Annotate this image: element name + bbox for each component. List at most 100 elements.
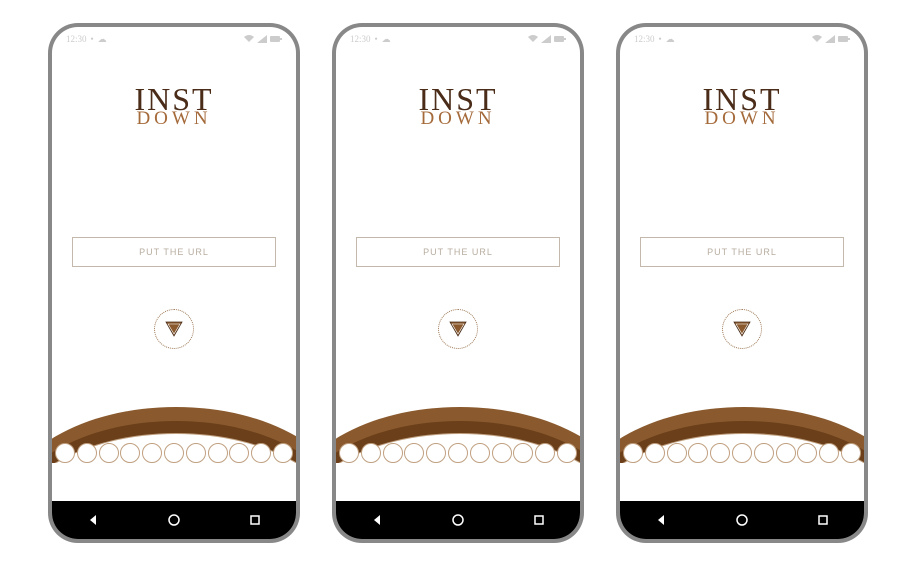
deco-circle (361, 443, 381, 463)
deco-circle (754, 443, 774, 463)
deco-circle (339, 443, 359, 463)
status-dot-icon: • (375, 34, 378, 44)
status-dot-icon: • (659, 34, 662, 44)
nav-home-icon[interactable] (451, 513, 465, 527)
status-time: 12:30 (66, 34, 87, 44)
deco-circle (623, 443, 643, 463)
app-content: INST DOWN (620, 27, 864, 501)
nav-home-icon[interactable] (735, 513, 749, 527)
deco-circle (557, 443, 577, 463)
download-button[interactable] (722, 309, 762, 349)
nav-back-icon[interactable] (654, 513, 668, 527)
signal-icon (825, 35, 835, 43)
logo-bottom: DOWN (134, 112, 213, 127)
deco-circle (208, 443, 228, 463)
deco-circle (251, 443, 271, 463)
battery-icon (838, 35, 850, 43)
app-logo: INST DOWN (134, 87, 213, 127)
status-bar: 12:30 • ☁ (52, 29, 296, 49)
deco-circle (492, 443, 512, 463)
deco-circle (164, 443, 184, 463)
deco-circle (426, 443, 446, 463)
wifi-icon (244, 35, 254, 43)
bottom-decoration (52, 407, 296, 463)
status-cloud-icon: ☁ (666, 34, 675, 45)
deco-circle (688, 443, 708, 463)
phone-frame-2: 12:30 • ☁ INST DOWN (332, 23, 584, 543)
android-nav-bar (620, 501, 864, 539)
url-input[interactable] (640, 237, 844, 267)
deco-circle (142, 443, 162, 463)
phone-screen: 12:30 • ☁ INST DOWN (52, 27, 296, 539)
logo-bottom: DOWN (418, 112, 497, 127)
status-dot-icon: • (91, 34, 94, 44)
nav-recent-icon[interactable] (532, 513, 546, 527)
deco-circle (383, 443, 403, 463)
download-button[interactable] (438, 309, 478, 349)
deco-circle (273, 443, 293, 463)
deco-circle (448, 443, 468, 463)
download-button[interactable] (154, 309, 194, 349)
status-bar: 12:30 • ☁ (620, 29, 864, 49)
deco-circle (667, 443, 687, 463)
url-input[interactable] (356, 237, 560, 267)
deco-circle (404, 443, 424, 463)
app-logo: INST DOWN (702, 87, 781, 127)
status-right (528, 35, 566, 43)
deco-circle (732, 443, 752, 463)
signal-icon (541, 35, 551, 43)
phone-frame-1: 12:30 • ☁ INST DOWN (48, 23, 300, 543)
nav-home-icon[interactable] (167, 513, 181, 527)
deco-circle (513, 443, 533, 463)
bottom-decoration (620, 407, 864, 463)
deco-circle (120, 443, 140, 463)
deco-circle (797, 443, 817, 463)
deco-circle (99, 443, 119, 463)
status-bar: 12:30 • ☁ (336, 29, 580, 49)
nav-back-icon[interactable] (370, 513, 384, 527)
download-triangle-icon (449, 321, 467, 337)
deco-circle (186, 443, 206, 463)
status-right (244, 35, 282, 43)
deco-circle (470, 443, 490, 463)
bottom-decoration (336, 407, 580, 463)
app-content: INST DOWN (336, 27, 580, 501)
signal-icon (257, 35, 267, 43)
wifi-icon (528, 35, 538, 43)
status-cloud-icon: ☁ (98, 34, 107, 45)
status-cloud-icon: ☁ (382, 34, 391, 45)
battery-icon (270, 35, 282, 43)
phone-screen: 12:30 • ☁ INST DOWN (336, 27, 580, 539)
url-input[interactable] (72, 237, 276, 267)
deco-circle (645, 443, 665, 463)
download-triangle-icon (733, 321, 751, 337)
android-nav-bar (52, 501, 296, 539)
deco-circle (77, 443, 97, 463)
app-content: INST DOWN (52, 27, 296, 501)
deco-circle-row (336, 443, 580, 463)
deco-circle (229, 443, 249, 463)
nav-recent-icon[interactable] (816, 513, 830, 527)
deco-circle-row (52, 443, 296, 463)
app-logo: INST DOWN (418, 87, 497, 127)
phone-frame-3: 12:30 • ☁ INST DOWN (616, 23, 868, 543)
deco-circle (55, 443, 75, 463)
status-left: 12:30 • ☁ (634, 34, 675, 45)
status-left: 12:30 • ☁ (66, 34, 107, 45)
deco-circle (710, 443, 730, 463)
deco-circle-row (620, 443, 864, 463)
logo-bottom: DOWN (702, 112, 781, 127)
deco-circle (535, 443, 555, 463)
phone-screen: 12:30 • ☁ INST DOWN (620, 27, 864, 539)
download-triangle-icon (165, 321, 183, 337)
battery-icon (554, 35, 566, 43)
deco-circle (819, 443, 839, 463)
status-time: 12:30 (634, 34, 655, 44)
deco-circle (841, 443, 861, 463)
status-time: 12:30 (350, 34, 371, 44)
status-right (812, 35, 850, 43)
nav-recent-icon[interactable] (248, 513, 262, 527)
nav-back-icon[interactable] (86, 513, 100, 527)
android-nav-bar (336, 501, 580, 539)
deco-circle (776, 443, 796, 463)
